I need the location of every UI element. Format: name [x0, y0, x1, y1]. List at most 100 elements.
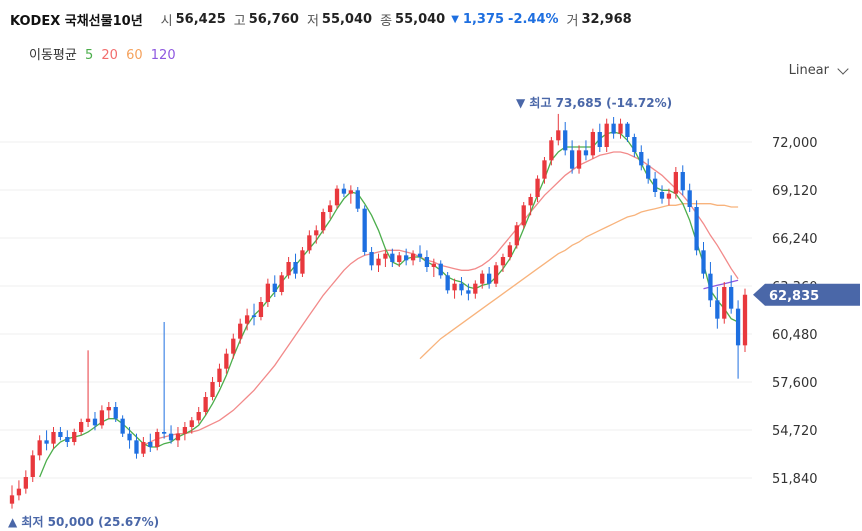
candle: [196, 407, 201, 424]
candle-body: [687, 190, 692, 207]
candle-body: [65, 437, 70, 442]
candle: [321, 208, 326, 234]
candle: [563, 122, 568, 156]
candlestick-chart[interactable]: 72,00069,12066,24063,36060,48057,60054,7…: [0, 0, 862, 531]
candle: [148, 433, 153, 452]
candle-body: [327, 205, 333, 212]
candle: [58, 427, 63, 441]
candle: [182, 422, 188, 441]
candle: [376, 253, 381, 272]
candle: [79, 418, 84, 436]
y-tick-label: 72,000: [772, 136, 818, 151]
candle-body: [141, 442, 146, 454]
candle: [134, 433, 139, 459]
candle-body: [383, 253, 388, 259]
candle: [279, 272, 284, 296]
candle: [528, 193, 533, 216]
candle: [348, 185, 353, 204]
candle-body: [238, 323, 243, 339]
y-tick-label: 51,840: [772, 472, 818, 487]
candle-body: [79, 422, 84, 432]
y-tick-label: 54,720: [772, 424, 818, 439]
candle: [314, 225, 319, 244]
candle: [300, 247, 305, 277]
candle: [238, 318, 243, 344]
candle-body: [410, 253, 416, 261]
candle: [597, 123, 602, 152]
candle: [673, 167, 678, 199]
candle: [23, 470, 28, 494]
candle: [452, 278, 457, 299]
candle-body: [404, 255, 409, 261]
candle: [576, 145, 582, 174]
candle-body: [466, 290, 471, 294]
candle-body: [300, 250, 305, 274]
candle-body: [459, 283, 464, 291]
candle-body: [701, 250, 706, 274]
candle: [141, 437, 146, 457]
candle-body: [168, 433, 174, 441]
candle-body: [715, 300, 720, 319]
candle-body: [106, 407, 111, 411]
candle: [410, 250, 416, 266]
y-tick-label: 57,600: [772, 376, 818, 391]
candle: [30, 450, 35, 482]
candle-body: [120, 418, 125, 434]
candle-body: [397, 255, 402, 262]
candle-body: [279, 275, 284, 292]
candle-body: [722, 287, 727, 319]
candle: [72, 428, 77, 446]
candle-body: [251, 315, 257, 317]
candle-body: [514, 225, 519, 246]
candle: [424, 250, 430, 272]
ma5-line: [39, 131, 739, 478]
candle-body: [9, 495, 15, 504]
candle-body: [507, 245, 513, 257]
current-price-label: 62,835: [769, 289, 819, 304]
candle-body: [473, 283, 478, 294]
candle: [652, 172, 658, 197]
candle: [16, 480, 22, 501]
candle-body: [576, 150, 582, 169]
candles: [9, 113, 748, 509]
candle-body: [694, 207, 699, 251]
candle: [694, 200, 699, 256]
candle-body: [314, 230, 319, 236]
candle-body: [37, 440, 42, 456]
candle: [493, 262, 499, 287]
candle-body: [148, 442, 153, 447]
candle-body: [431, 263, 436, 267]
candle: [556, 113, 561, 146]
candle-body: [182, 427, 188, 434]
candle: [210, 377, 215, 401]
candle: [106, 402, 111, 419]
candle: [217, 363, 222, 387]
candle-body: [569, 150, 575, 169]
current-price-tag: 62,835: [753, 283, 860, 306]
candle-body: [196, 412, 201, 421]
candle-body: [134, 440, 139, 454]
candle-body: [500, 257, 506, 266]
candle-body: [590, 132, 596, 156]
candle: [590, 128, 596, 159]
candle: [44, 430, 49, 451]
candle-body: [258, 302, 264, 317]
y-tick-label: 69,120: [772, 184, 818, 199]
candle-body: [452, 283, 457, 291]
candle-body: [390, 253, 395, 262]
candle: [120, 415, 125, 437]
y-tick-label: 66,240: [772, 232, 818, 247]
candle-body: [30, 455, 35, 477]
candle-body: [583, 150, 589, 156]
candle: [708, 262, 713, 307]
candle: [417, 245, 423, 262]
candle: [258, 297, 264, 321]
candle: [85, 350, 91, 427]
candle-body: [729, 287, 734, 309]
candle: [293, 253, 298, 279]
annotations: ▼ 최고 73,685 (-14.72%) ▲ 최저 50,000 (25.67%…: [8, 95, 860, 529]
candle: [549, 137, 554, 166]
candle: [473, 280, 478, 299]
candle-body: [244, 315, 250, 324]
candle-body: [155, 432, 160, 447]
